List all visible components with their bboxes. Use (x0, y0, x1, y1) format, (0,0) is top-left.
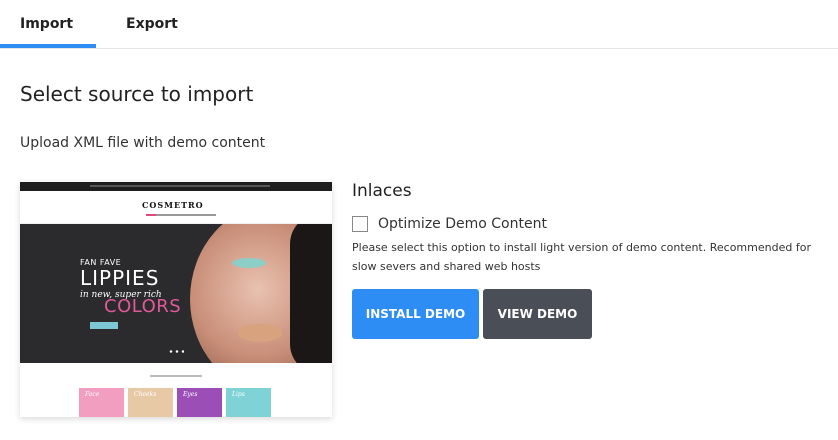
preview-model-hair (290, 224, 332, 363)
preview-header: COSMETRO (20, 191, 332, 224)
view-demo-button[interactable]: VIEW DEMO (483, 289, 592, 339)
page-title: Select source to import (20, 82, 254, 106)
preview-model-lips (238, 324, 282, 342)
preview-category-tile: Eyes (177, 388, 222, 417)
preview-hero-button (90, 322, 118, 329)
preview-model-eye (232, 258, 266, 268)
page-subtitle: Upload XML file with demo content (20, 135, 266, 151)
active-tab-indicator (0, 44, 96, 48)
preview-menu-active (146, 214, 156, 216)
tab-export[interactable]: Export (126, 16, 178, 32)
preview-categories-heading (150, 375, 202, 377)
preview-topbar (20, 182, 332, 191)
preview-logo: COSMETRO (142, 200, 204, 210)
preview-category-tile: Cheeks (128, 388, 173, 417)
optimize-help-text: Please select this option to install lig… (352, 241, 811, 273)
demo-name: Inlaces (352, 181, 412, 201)
preview-slider-dots (168, 350, 184, 353)
optimize-checkbox[interactable] (352, 216, 368, 232)
preview-categories: Face Cheeks Eyes Lips (79, 388, 273, 417)
optimize-label[interactable]: Optimize Demo Content (378, 216, 578, 232)
demo-preview-image: COSMETRO FAN FAVE LIPPIES in new, super … (20, 182, 332, 417)
install-demo-button[interactable]: INSTALL DEMO (352, 289, 479, 339)
preview-hero-line4: COLORS (104, 296, 182, 317)
preview-category-tile: Lips (226, 388, 271, 417)
preview-hero-line2: LIPPIES (80, 266, 160, 290)
tab-import[interactable]: Import (20, 16, 73, 32)
preview-category-tile: Face (79, 388, 124, 417)
preview-hero-banner: FAN FAVE LIPPIES in new, super rich COLO… (20, 224, 332, 363)
preview-menu (146, 214, 216, 216)
tab-bar: Import Export (0, 0, 838, 49)
